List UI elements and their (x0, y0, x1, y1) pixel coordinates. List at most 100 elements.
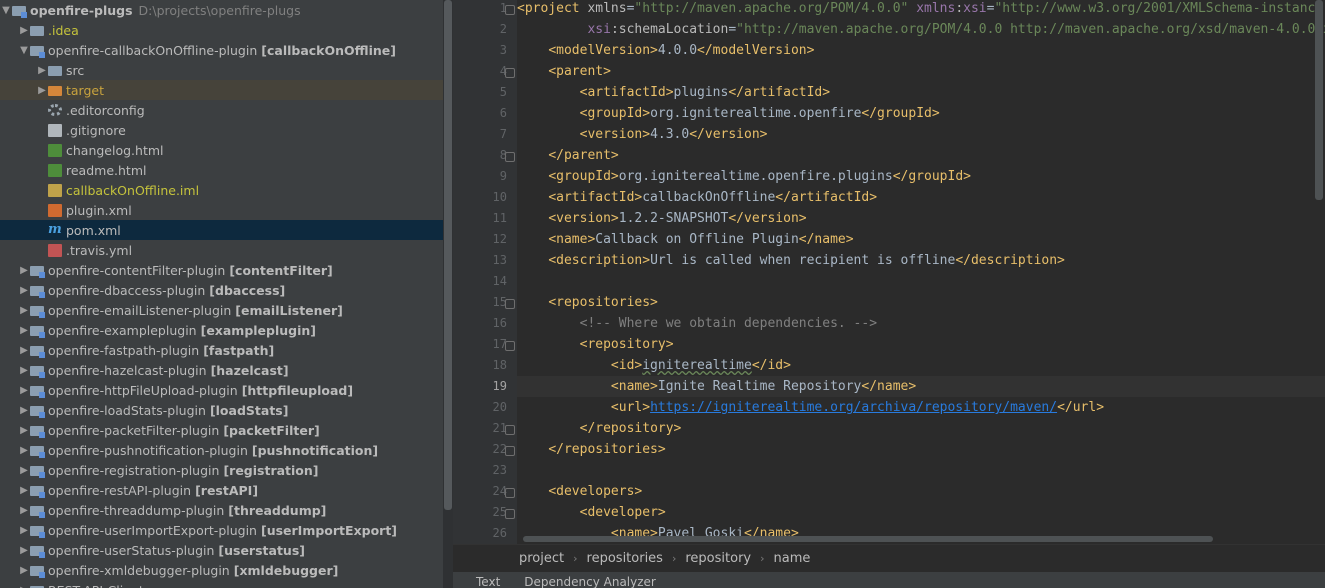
tree-item[interactable]: .editorconfig (0, 100, 443, 120)
tab-text[interactable]: Text (476, 572, 500, 588)
fold-marker-icon[interactable] (505, 152, 515, 162)
tree-item[interactable]: ▶ REST-API-Client (0, 580, 443, 588)
tree-item[interactable]: ▶ openfire-registration-plugin [registrati… (0, 460, 443, 480)
chevron-right-icon[interactable]: ▶ (36, 80, 48, 100)
fold-marker-icon[interactable] (505, 488, 515, 498)
tree-item[interactable]: ▼ openfire-callbackOnOffline-plugin [callb… (0, 40, 443, 60)
code-line[interactable]: <groupId>org.igniterealtime.openfire</gr… (517, 103, 1325, 124)
chevron-right-icon[interactable]: ▶ (18, 420, 30, 440)
code-line[interactable]: xsi:schemaLocation="http://maven.apache.… (517, 19, 1325, 40)
breadcrumb-item[interactable]: name (774, 551, 811, 566)
tree-item[interactable]: ▶ target (0, 80, 443, 100)
tree-item[interactable]: ▶ openfire-dbaccess-plugin [dbaccess] (0, 280, 443, 300)
tree-item[interactable]: ▶ openfire-userImportExport-plugin [userIm… (0, 520, 443, 540)
code-line[interactable]: <parent> (517, 61, 1325, 82)
chevron-right-icon[interactable]: ▶ (18, 260, 30, 280)
code-line[interactable]: </repository> (517, 418, 1325, 439)
chevron-down-icon[interactable]: ▼ (18, 40, 30, 60)
breadcrumb-item[interactable]: repositories (587, 551, 663, 566)
chevron-right-icon[interactable]: ▶ (36, 60, 48, 80)
chevron-right-icon[interactable]: ▶ (18, 300, 30, 320)
line-number: 19 (492, 379, 507, 393)
tree-item[interactable]: readme.html (0, 160, 443, 180)
tree-item[interactable]: ▶ .idea (0, 20, 443, 40)
code-line[interactable]: <name>Ignite Realtime Repository</name> (517, 376, 1325, 397)
tree-item[interactable]: ▶ openfire-pushnotification-plugin [pushno… (0, 440, 443, 460)
project-tree[interactable]: ▼ openfire-plugs D:\projects\openfire-plug… (0, 0, 443, 588)
tree-scrollbar[interactable] (443, 0, 453, 588)
tree-item[interactable]: plugin.xml (0, 200, 443, 220)
chevron-right-icon[interactable]: ▶ (18, 400, 30, 420)
code-line[interactable]: <version>1.2.2-SNAPSHOT</version> (517, 208, 1325, 229)
tree-item[interactable]: changelog.html (0, 140, 443, 160)
chevron-right-icon[interactable]: ▶ (18, 20, 30, 40)
tree-item[interactable]: ▶ openfire-hazelcast-plugin [hazelcast] (0, 360, 443, 380)
chevron-right-icon[interactable]: ▶ (18, 440, 30, 460)
tree-item[interactable]: ▶ src (0, 60, 443, 80)
fold-marker-icon[interactable] (505, 509, 515, 519)
code-line[interactable] (517, 271, 1325, 292)
code-line[interactable]: <developer> (517, 502, 1325, 523)
code-editor[interactable]: 1 2 3 4 5 6 7 8 9 10 11 12 13 14 15 16 17 18 19 20 21 22 23 24 2… (453, 0, 1325, 544)
code-line[interactable]: </repositories> (517, 439, 1325, 460)
code-line[interactable]: <artifactId>plugins</artifactId> (517, 82, 1325, 103)
editor-vertical-scrollbar[interactable] (1315, 0, 1323, 200)
chevron-right-icon[interactable]: ▶ (18, 500, 30, 520)
tree-item[interactable]: ▶ openfire-restAPI-plugin [restAPI] (0, 480, 443, 500)
code-line[interactable]: <modelVersion>4.0.0</modelVersion> (517, 40, 1325, 61)
fold-marker-icon[interactable] (505, 341, 515, 351)
tree-item[interactable]: ▶ openfire-xmldebugger-plugin [xmldebugger… (0, 560, 443, 580)
tree-item-label: openfire-callbackOnOffline-plugin (48, 42, 258, 58)
chevron-down-icon[interactable]: ▼ (0, 0, 12, 20)
code-line[interactable]: <repository> (517, 334, 1325, 355)
tree-item[interactable]: .travis.yml (0, 240, 443, 260)
chevron-right-icon[interactable]: ▶ (18, 380, 30, 400)
chevron-right-icon[interactable]: ▶ (18, 340, 30, 360)
breadcrumb-item[interactable]: project (519, 551, 564, 566)
code-line[interactable]: <id>igniterealtime</id> (517, 355, 1325, 376)
code-line[interactable]: <version>4.3.0</version> (517, 124, 1325, 145)
breadcrumb-item[interactable]: repository (685, 551, 751, 566)
tree-item[interactable]: m pom.xml (0, 220, 443, 240)
fold-marker-icon[interactable] (505, 446, 515, 456)
tree-item[interactable]: ▶ openfire-fastpath-plugin [fastpath] (0, 340, 443, 360)
code-line[interactable]: <groupId>org.igniterealtime.openfire.plu… (517, 166, 1325, 187)
code-line[interactable]: <developers> (517, 481, 1325, 502)
editor-horizontal-scrollbar[interactable] (523, 536, 1213, 542)
code-line[interactable]: <artifactId>callbackOnOffline</artifactI… (517, 187, 1325, 208)
tree-item[interactable]: ▶ openfire-threaddump-plugin [threaddump] (0, 500, 443, 520)
chevron-right-icon[interactable]: ▶ (18, 560, 30, 580)
code-line[interactable]: <project xmlns="http://maven.apache.org/… (517, 0, 1325, 19)
tree-item[interactable]: ▶ openfire-emailListener-plugin [emailList… (0, 300, 443, 320)
tree-item[interactable]: callbackOnOffline.iml (0, 180, 443, 200)
fold-marker-icon[interactable] (505, 68, 515, 78)
code-line[interactable]: <repositories> (517, 292, 1325, 313)
chevron-right-icon[interactable]: ▶ (18, 320, 30, 340)
tree-item[interactable]: ▶ openfire-contentFilter-plugin [contentFi… (0, 260, 443, 280)
tree-item[interactable]: ▶ openfire-userStatus-plugin [userstatus] (0, 540, 443, 560)
code-line[interactable]: </parent> (517, 145, 1325, 166)
code-line[interactable]: <!-- Where we obtain dependencies. --> (517, 313, 1325, 334)
tree-root[interactable]: ▼ openfire-plugs D:\projects\openfire-plug… (0, 0, 443, 20)
tree-item[interactable]: ▶ openfire-loadStats-plugin [loadStats] (0, 400, 443, 420)
chevron-right-icon[interactable]: ▶ (18, 280, 30, 300)
tree-item[interactable]: .gitignore (0, 120, 443, 140)
chevron-right-icon[interactable]: ▶ (18, 480, 30, 500)
code-line[interactable]: <description>Url is called when recipien… (517, 250, 1325, 271)
fold-marker-icon[interactable] (505, 5, 515, 15)
tree-item[interactable]: ▶ openfire-exampleplugin [exampleplugin] (0, 320, 443, 340)
tree-scrollbar-thumb[interactable] (444, 0, 452, 510)
tree-item[interactable]: ▶ openfire-packetFilter-plugin [packetFilt… (0, 420, 443, 440)
chevron-right-icon[interactable]: ▶ (18, 360, 30, 380)
fold-marker-icon[interactable] (505, 299, 515, 309)
tree-item[interactable]: ▶ openfire-httpFileUpload-plugin [httpfile… (0, 380, 443, 400)
fold-marker-icon[interactable] (505, 425, 515, 435)
tab-dependency-analyzer[interactable]: Dependency Analyzer (524, 572, 656, 588)
chevron-right-icon[interactable]: ▶ (18, 460, 30, 480)
chevron-right-icon[interactable]: ▶ (18, 520, 30, 540)
code-line[interactable]: <name>Callback on Offline Plugin</name> (517, 229, 1325, 250)
chevron-right-icon[interactable]: ▶ (18, 580, 30, 588)
chevron-right-icon[interactable]: ▶ (18, 540, 30, 560)
code-line[interactable] (517, 460, 1325, 481)
code-line[interactable]: <url>https://igniterealtime.org/archiva/… (517, 397, 1325, 418)
